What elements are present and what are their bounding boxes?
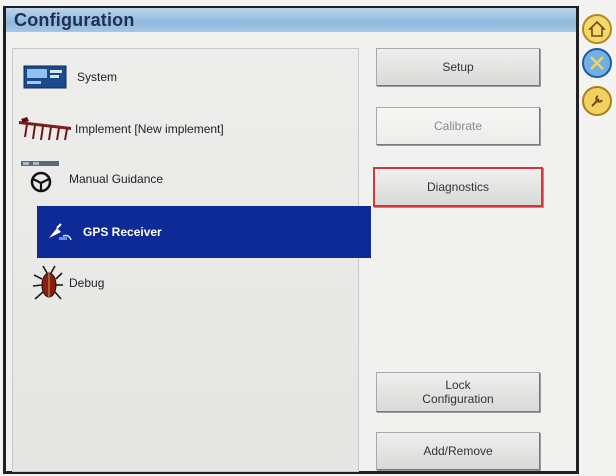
tree-item-debug[interactable]: Debug — [19, 263, 355, 303]
tree-item-label: Debug — [69, 276, 105, 290]
calibrate-button[interactable]: Calibrate — [376, 107, 540, 145]
home-button[interactable] — [582, 14, 612, 44]
gps-antenna-icon — [49, 223, 72, 241]
tools-button[interactable] — [582, 48, 612, 78]
tree-item-label: Implement [New implement] — [75, 122, 224, 136]
tree-item-label: System — [77, 70, 118, 84]
bug-icon — [32, 265, 63, 300]
tree-item-manual-guidance[interactable]: Manual Guidance — [19, 159, 355, 199]
configuration-tree: System Implement [New implement] Manual … — [12, 48, 371, 472]
add-remove-button[interactable]: Add/Remove — [376, 432, 540, 470]
app-frame: Configuration System Implement [New impl… — [0, 0, 616, 476]
lock-label-line2: Configuration — [422, 392, 494, 406]
tree-item-gps-receiver[interactable]: GPS Receiver — [37, 206, 371, 258]
tools-icon — [590, 56, 604, 70]
monitor-icon — [23, 65, 67, 89]
lock-configuration-button[interactable]: Lock Configuration — [376, 372, 540, 412]
title-bar: Configuration — [6, 8, 576, 32]
tree-item-label: Manual Guidance — [69, 172, 164, 186]
tree-item-implement[interactable]: Implement [New implement] — [19, 109, 355, 149]
window-title: Configuration — [14, 10, 135, 30]
wrench-icon — [591, 95, 603, 107]
steering-wheel-icon — [21, 161, 59, 193]
implement-icon — [19, 117, 71, 141]
tree-item-label: GPS Receiver — [83, 225, 162, 239]
setup-button[interactable]: Setup — [376, 48, 540, 86]
diagnostics-button[interactable]: Diagnostics — [373, 167, 543, 207]
lock-label-line1: Lock — [445, 378, 471, 392]
home-icon — [588, 20, 606, 37]
wrench-button[interactable] — [582, 86, 612, 116]
tree-item-system[interactable]: System — [19, 57, 355, 97]
